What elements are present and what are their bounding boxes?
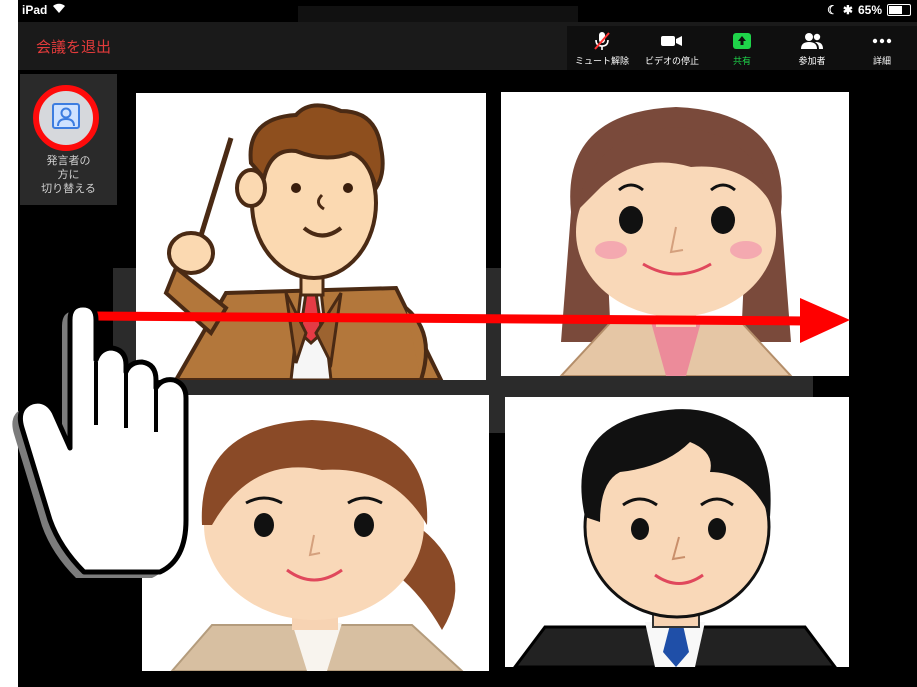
participants-label: 参加者	[798, 56, 826, 67]
meeting-top-bar: 会議を退出 ミュート解除 ビデオの停止 共有 参加者 詳細	[18, 22, 917, 70]
unmute-button[interactable]: ミュート解除	[567, 26, 637, 70]
share-button[interactable]: 共有	[707, 26, 777, 70]
switch-label-line-2: 方に	[57, 168, 80, 181]
unmute-label: ミュート解除	[574, 56, 629, 67]
participant-tile-presenter[interactable]	[136, 93, 486, 380]
more-icon	[872, 30, 892, 52]
participant-tile-woman-long-hair[interactable]	[501, 92, 849, 376]
share-label: 共有	[732, 56, 751, 67]
ipad-screen: iPad ☾ ✱ 65% 会議を退出 ミュート解除 ビデオの停止 共有 参加者 …	[18, 0, 917, 687]
stop-video-label: ビデオの停止	[644, 56, 699, 67]
presenter-man-illustration	[163, 103, 444, 380]
participant-tile-woman-ponytail[interactable]	[142, 395, 489, 671]
stop-video-button[interactable]: ビデオの停止	[637, 26, 707, 70]
more-label: 詳細	[872, 56, 891, 67]
switch-to-speaker-button[interactable]	[33, 85, 99, 151]
wifi-icon	[52, 3, 66, 17]
participants-icon	[800, 30, 824, 52]
switch-label-line-1: 発言者の	[46, 154, 91, 167]
moon-icon: ☾	[827, 3, 838, 17]
speaker-view-icon	[51, 102, 81, 134]
man-suit-illustration	[513, 409, 837, 667]
participants-button[interactable]: 参加者	[777, 26, 847, 70]
switch-view-label: 発言者の 方に 切り替える	[20, 154, 117, 196]
share-screen-icon	[732, 30, 752, 52]
video-camera-icon	[660, 30, 684, 52]
mic-muted-icon	[591, 30, 613, 52]
switch-label-line-3: 切り替える	[41, 182, 96, 195]
device-label: iPad	[22, 3, 48, 17]
more-button[interactable]: 詳細	[847, 26, 917, 70]
meeting-toolbar: ミュート解除 ビデオの停止 共有 参加者 詳細	[567, 26, 917, 70]
participant-tile-man-suit[interactable]	[505, 397, 849, 667]
bluetooth-icon: ✱	[842, 3, 853, 17]
switch-view-panel: 発言者の 方に 切り替える	[20, 74, 117, 205]
battery-icon	[887, 4, 911, 16]
battery-percent: 65%	[857, 3, 882, 17]
woman-ponytail-illustration	[170, 420, 464, 671]
woman-long-hair-illustration	[559, 107, 793, 376]
leave-meeting-button[interactable]: 会議を退出	[36, 36, 111, 57]
